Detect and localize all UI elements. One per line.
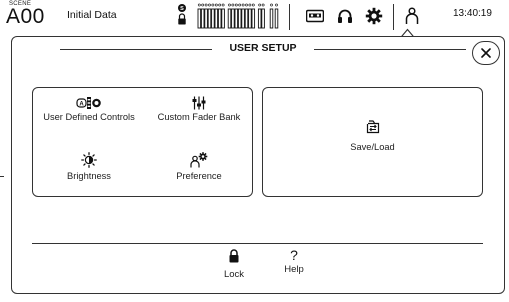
lock-button[interactable]: Lock (209, 249, 259, 280)
user-defined-controls-icon: A (76, 97, 101, 109)
meter-bar (231, 8, 235, 29)
meter-bar (214, 8, 219, 29)
meter-indicator (258, 3, 262, 7)
title-rule-left (60, 49, 212, 50)
meter-indicator (231, 3, 235, 7)
meter-bar (257, 8, 262, 29)
meter-indicator (197, 3, 201, 7)
close-button[interactable] (472, 41, 500, 65)
meter-indicator (221, 3, 225, 7)
save-load-content: Save/Load (263, 119, 482, 152)
settings-gear-icon[interactable] (363, 5, 385, 27)
scene-title[interactable]: Initial Data (67, 9, 117, 21)
meter-bar (241, 8, 245, 29)
clock: 13:40:19 (453, 8, 492, 19)
separator (393, 4, 394, 30)
custom-fader-bank-button[interactable]: Custom Fader Bank (149, 95, 249, 123)
meter-bar (251, 8, 256, 29)
meter-bar (244, 8, 249, 29)
meter-indicator (234, 3, 238, 7)
meter-bar (207, 8, 212, 29)
functions-panel: A User Defined Controls Custom Fader Ban… (32, 87, 253, 197)
meter-indicator (261, 3, 265, 7)
meter-indicator (204, 3, 208, 7)
recorder-icon[interactable] (304, 5, 326, 27)
preference-button[interactable]: Preference (149, 152, 249, 182)
divider (32, 243, 483, 244)
save-load-icon (366, 120, 379, 134)
help-icon: ? (290, 247, 298, 263)
meter-bar (227, 8, 232, 29)
title-rule-right (314, 49, 466, 50)
meter-indicator (211, 3, 215, 7)
meter-indicator (218, 3, 222, 7)
meter-indicator (228, 3, 231, 7)
security-lock-icon[interactable]: S (176, 3, 188, 29)
edge-marker (0, 176, 4, 177)
save-load-button[interactable]: Save/Load (262, 87, 483, 197)
dialog-title: USER SETUP (229, 42, 297, 54)
help-button[interactable]: ? Help (269, 247, 319, 275)
brightness-label: Brightness (67, 171, 111, 181)
lock-icon (229, 249, 239, 263)
meter-bar (197, 8, 202, 29)
user-defined-controls-button[interactable]: A User Defined Controls (39, 95, 139, 123)
meter-bar (217, 8, 222, 29)
user-setup-dialog: USER SETUP A User Defined Controls Custo… (11, 36, 505, 294)
meter-bar (204, 8, 208, 29)
lock-label: Lock (223, 269, 245, 280)
meter-bar (221, 8, 225, 29)
preference-label: Preference (176, 171, 222, 181)
headphones-icon[interactable] (334, 5, 356, 27)
dialog-header: USER SETUP (60, 42, 466, 58)
meter-indicator (201, 3, 205, 7)
meter-indicator (248, 3, 252, 7)
separator (289, 4, 290, 30)
user-icon[interactable] (401, 5, 423, 27)
meter-indicator (238, 3, 242, 7)
custom-fader-bank-label: Custom Fader Bank (157, 112, 241, 122)
status-bar: SCENE A00 Initial Data S 13:40:19 (0, 0, 509, 36)
close-x-icon (481, 48, 491, 58)
scene-number[interactable]: A00 (6, 5, 45, 29)
meter-indicator (275, 3, 278, 7)
brightness-icon (81, 152, 97, 168)
meter-indicator (251, 3, 255, 7)
level-meters[interactable] (197, 2, 288, 30)
meter-indicator (208, 3, 211, 7)
meter-bar (237, 8, 242, 29)
meter-bar (274, 8, 279, 29)
meter-bar (200, 8, 205, 29)
meter-bar (269, 8, 274, 29)
meter-indicator (245, 3, 248, 7)
meter-bar (234, 8, 239, 29)
fader-bank-icon (192, 96, 206, 110)
svg-text:A: A (79, 102, 84, 108)
meter-indicator (214, 3, 218, 7)
meter-indicator (241, 3, 245, 7)
meter-bar (248, 8, 252, 29)
svg-text:S: S (180, 6, 184, 12)
meter-indicator (270, 3, 273, 7)
brightness-button[interactable]: Brightness (39, 152, 139, 182)
preference-icon (190, 152, 208, 168)
meter-bar (211, 8, 215, 29)
help-label: Help (284, 264, 304, 275)
save-load-label: Save/Load (350, 142, 395, 152)
user-defined-controls-label: User Defined Controls (43, 112, 135, 122)
meter-bar (261, 8, 265, 29)
